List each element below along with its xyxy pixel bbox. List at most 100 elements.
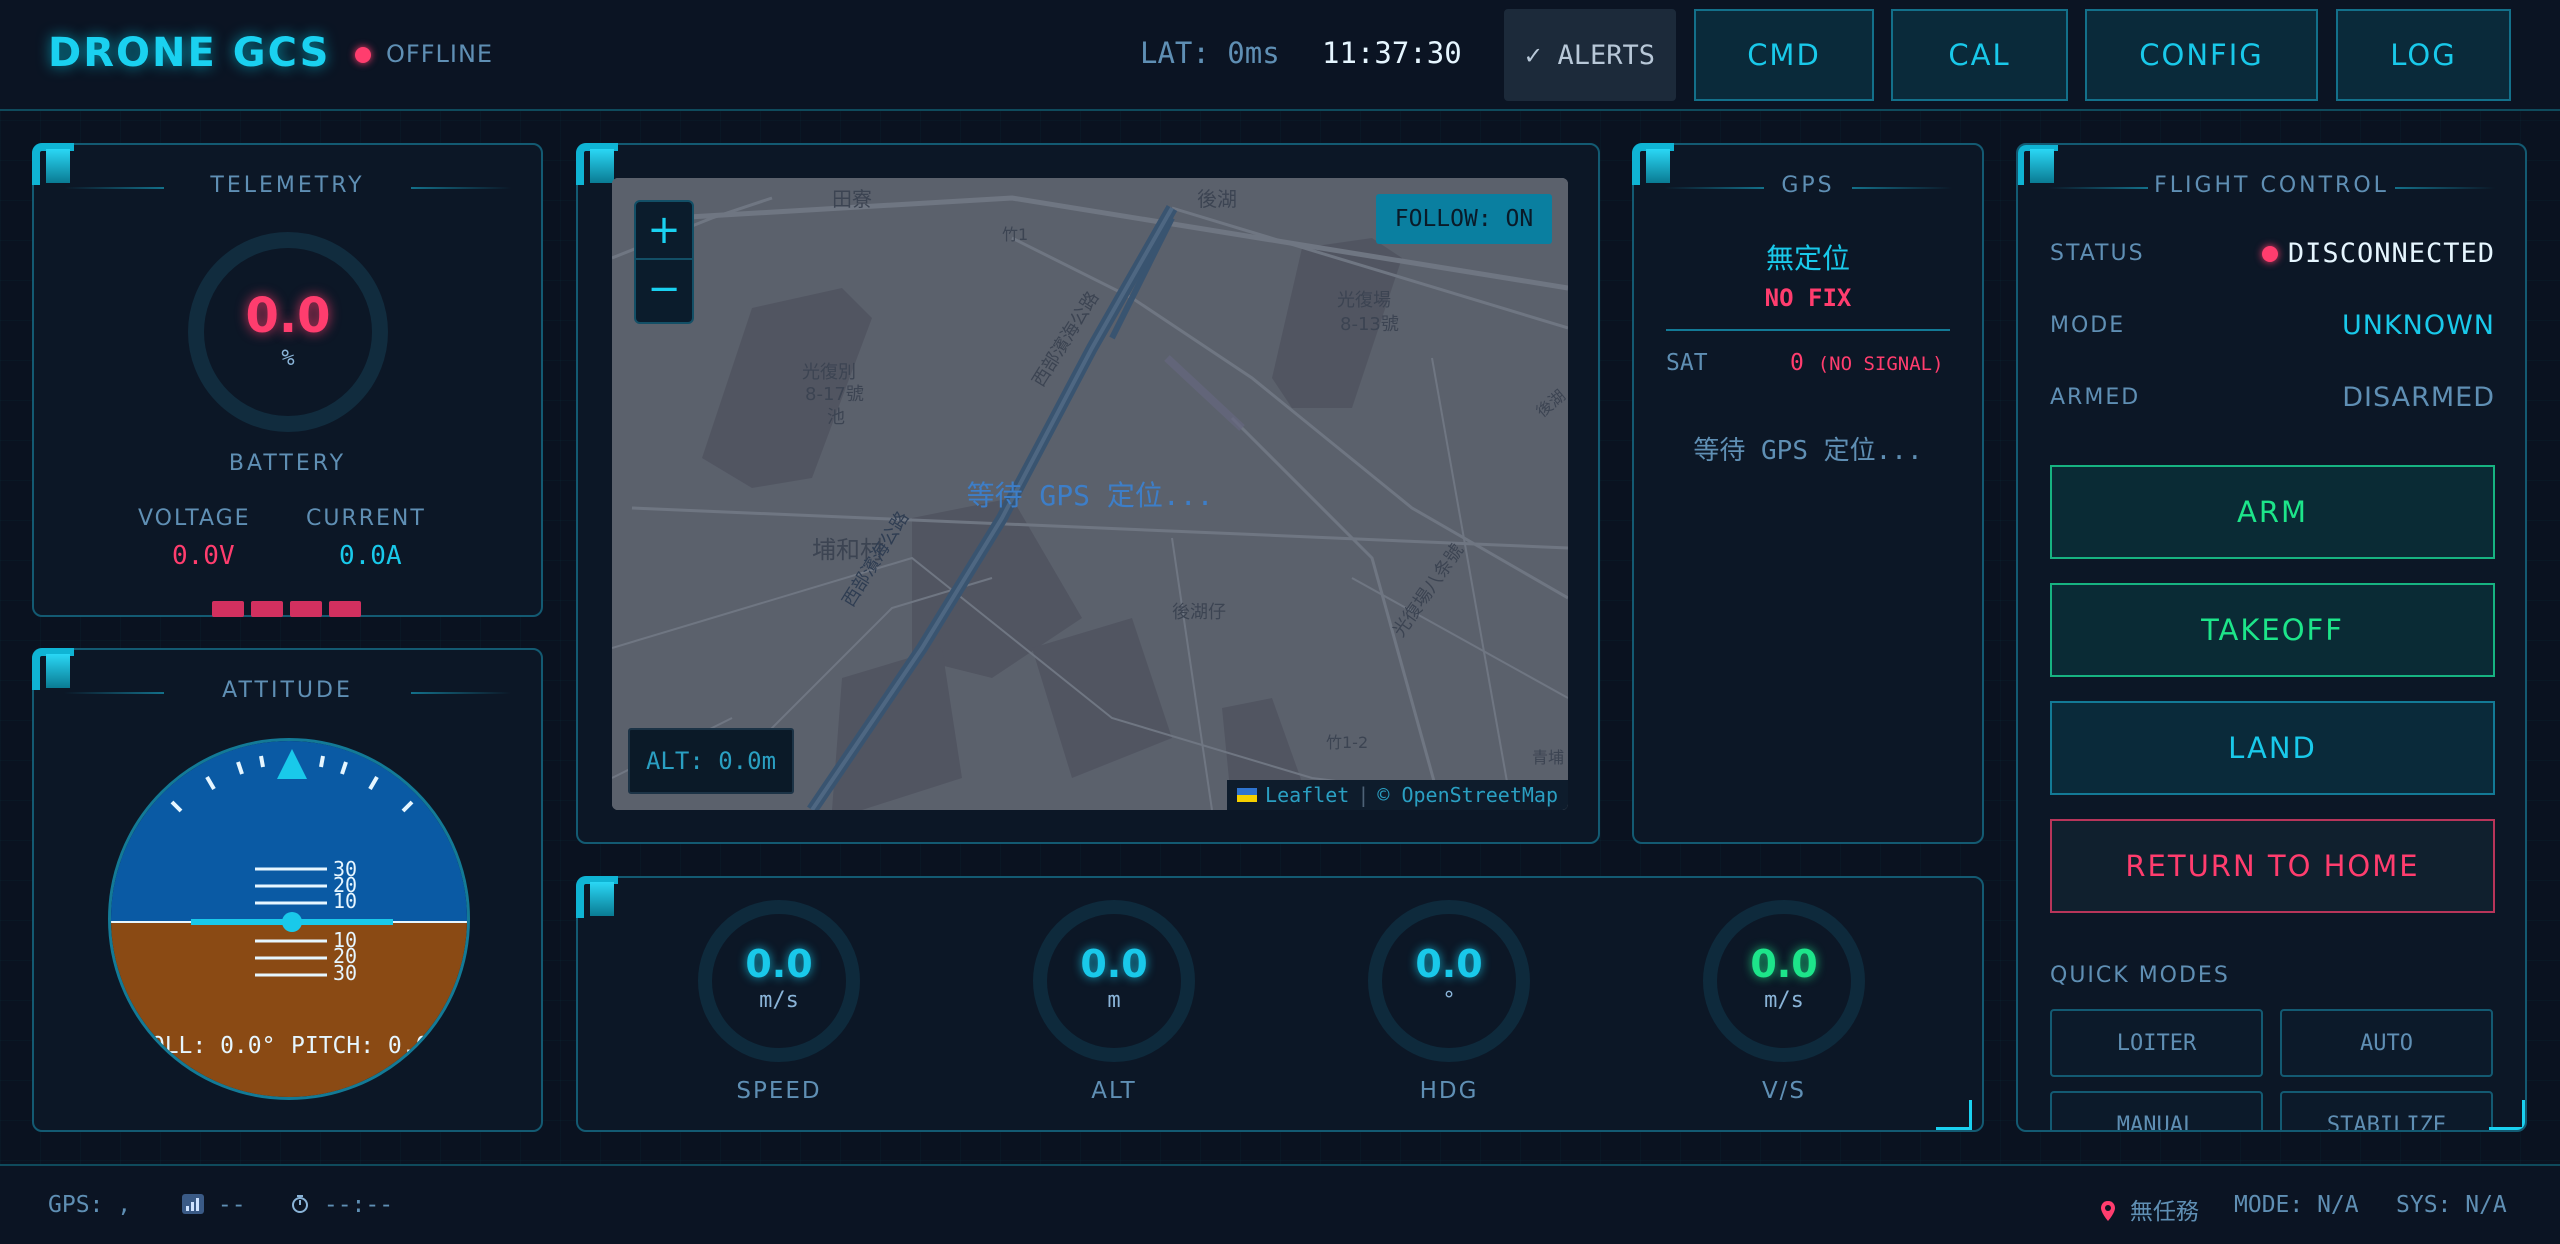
cal-button[interactable]: CAL <box>1891 9 2068 101</box>
ground <box>111 922 467 1097</box>
quick-modes-label: QUICK MODES <box>2050 963 2230 988</box>
ukraine-flag-icon <box>1237 788 1258 802</box>
alerts-button[interactable]: ✓ ALERTS <box>1504 9 1676 101</box>
heading-value: 0.0 <box>1415 941 1483 986</box>
signal-icon <box>182 1194 204 1214</box>
footer-mode: MODE: N/A <box>2234 1192 2359 1218</box>
footer-sys: SYS: N/A <box>2396 1192 2507 1218</box>
battery-cell <box>329 601 361 617</box>
divider <box>1666 329 1950 331</box>
armed-label: ARMED <box>2050 385 2141 410</box>
speed-value: 0.0 <box>745 941 813 986</box>
zoom-in-button[interactable]: + <box>636 202 692 260</box>
vertical-speed-value: 0.0 <box>1750 941 1818 986</box>
follow-toggle-button[interactable]: FOLLOW: ON <box>1376 194 1552 244</box>
telemetry-title: TELEMETRY <box>34 173 541 198</box>
pin-icon <box>2101 1201 2115 1221</box>
panel-corner-decoration <box>576 876 618 918</box>
pitch-readout: PITCH: 0.0° <box>291 1033 444 1059</box>
gps-fix-status: NO FIX <box>1764 284 1852 312</box>
status-label: STATUS <box>2050 241 2145 266</box>
flight-control-panel: FLIGHT CONTROL STATUS DISCONNECTED MODE … <box>2016 143 2527 1132</box>
log-button[interactable]: LOG <box>2336 9 2511 101</box>
quick-mode-manual-button[interactable]: MANUAL <box>2050 1091 2263 1130</box>
footer-gps: GPS: , <box>48 1192 132 1218</box>
telemetry-panel: TELEMETRY 0.0 % BATTERY VOLTAGE CURRENT … <box>32 143 543 617</box>
map-attribution: Leaflet | © OpenStreetMap <box>1227 780 1568 810</box>
land-button[interactable]: LAND <box>2050 701 2495 795</box>
heading-unit: ° <box>1442 987 1456 1013</box>
gps-title: GPS <box>1634 173 1982 198</box>
pitch-label: 10 <box>333 889 357 913</box>
app-title: DRONE GCS <box>48 30 331 76</box>
vertical-speed-unit: m/s <box>1764 987 1804 1013</box>
flight-control-title: FLIGHT CONTROL <box>2018 173 2525 198</box>
timer-value: --:-- <box>323 1192 394 1218</box>
speed-dial: 0.0 m/s <box>698 900 860 1062</box>
config-button[interactable]: CONFIG <box>2085 9 2318 101</box>
heading-label: HDG <box>1419 1078 1479 1104</box>
mode-label: MODE <box>2050 313 2126 338</box>
footer-mission: 無任務 <box>2100 1192 2199 1226</box>
satellite-label: SAT <box>1666 350 1708 376</box>
altitude-dial: 0.0 m <box>1033 900 1195 1062</box>
satellite-note: (NO SIGNAL) <box>1817 353 1944 375</box>
takeoff-button[interactable]: TAKEOFF <box>2050 583 2495 677</box>
battery-percent: 0.0 <box>245 287 331 344</box>
map-view[interactable]: 田寮 竹1 後湖 光復別 8-17號 池 西部濱海公路 埔和村 後湖仔 竹1-2… <box>612 178 1568 810</box>
gps-status: 無定位 <box>1765 242 1850 275</box>
status-value: DISCONNECTED <box>2287 238 2495 269</box>
panel-corner-decoration <box>2489 1100 2525 1130</box>
voltage-label: VOLTAGE <box>138 506 251 531</box>
osm-link[interactable]: © OpenStreetMap <box>1377 783 1558 807</box>
status-dot <box>2262 246 2278 262</box>
leaflet-link[interactable]: Leaflet <box>1265 783 1349 807</box>
quick-mode-stabilize-button[interactable]: STABILIZE <box>2280 1091 2493 1130</box>
arm-button[interactable]: ARM <box>2050 465 2495 559</box>
quick-mode-auto-button[interactable]: AUTO <box>2280 1009 2493 1077</box>
artificial-horizon: 30 20 10 10 20 30 ROLL: 0.0° PITCH: 0.0° <box>108 738 470 1100</box>
speed-label: SPEED <box>736 1078 822 1104</box>
armed-value: DISARMED <box>2342 382 2495 413</box>
connection-status: OFFLINE <box>386 40 494 68</box>
zoom-control: + − <box>634 200 694 324</box>
pitch-label: 30 <box>333 961 357 985</box>
gps-waiting-message: 等待 GPS 定位... <box>1693 436 1923 466</box>
return-to-home-button[interactable]: RETURN TO HOME <box>2050 819 2495 913</box>
attitude-panel: ATTITUDE 30 20 10 10 20 30 ROLL: 0.0° PI… <box>32 648 543 1132</box>
speed-unit: m/s <box>759 987 799 1013</box>
clock: 11:37:30 <box>1322 36 1462 70</box>
battery-cell <box>212 601 244 617</box>
cmd-button[interactable]: CMD <box>1694 9 1874 101</box>
signal-value: -- <box>217 1192 246 1218</box>
vertical-speed-dial: 0.0 m/s <box>1703 900 1865 1062</box>
latency-readout: LAT: 0ms <box>1140 36 1280 70</box>
quick-mode-loiter-button[interactable]: LOITER <box>2050 1009 2263 1077</box>
zoom-out-button[interactable]: − <box>636 260 692 318</box>
panel-corner-decoration <box>576 143 618 185</box>
map-panel: 田寮 竹1 後湖 光復別 8-17號 池 西部濱海公路 埔和村 後湖仔 竹1-2… <box>576 143 1600 844</box>
connection-status-dot <box>355 47 371 63</box>
voltage-value: 0.0V <box>172 541 235 571</box>
battery-cell <box>251 601 283 617</box>
battery-cells <box>212 601 361 617</box>
altitude-unit: m <box>1107 987 1121 1013</box>
footer-timer: --:-- <box>290 1192 393 1218</box>
satellite-count: 0 (NO SIGNAL) <box>1790 350 1944 376</box>
instruments-panel: 0.0 m/s SPEED 0.0 m ALT 0.0 ° HDG 0.0 m/… <box>576 876 1984 1132</box>
current-label: CURRENT <box>306 506 426 531</box>
gps-panel: GPS 無定位 NO FIX SAT 0 (NO SIGNAL) 等待 GPS … <box>1632 143 1984 844</box>
map-waiting-message: 等待 GPS 定位... <box>966 479 1214 512</box>
battery-label: BATTERY <box>228 451 347 476</box>
battery-unit: % <box>281 345 295 371</box>
attitude-title: ATTITUDE <box>34 678 541 703</box>
current-value: 0.0A <box>339 541 402 571</box>
vertical-speed-label: V/S <box>1761 1078 1807 1104</box>
mode-value: UNKNOWN <box>2341 310 2495 341</box>
panel-corner-decoration <box>1936 1100 1972 1130</box>
attribution-separator: | <box>1357 783 1370 807</box>
satellite-count-value: 0 <box>1790 350 1804 376</box>
map-altitude-readout: ALT: 0.0m <box>628 728 794 794</box>
altitude-label: ALT <box>1091 1078 1137 1104</box>
mission-value: 無任務 <box>2129 1199 2199 1225</box>
